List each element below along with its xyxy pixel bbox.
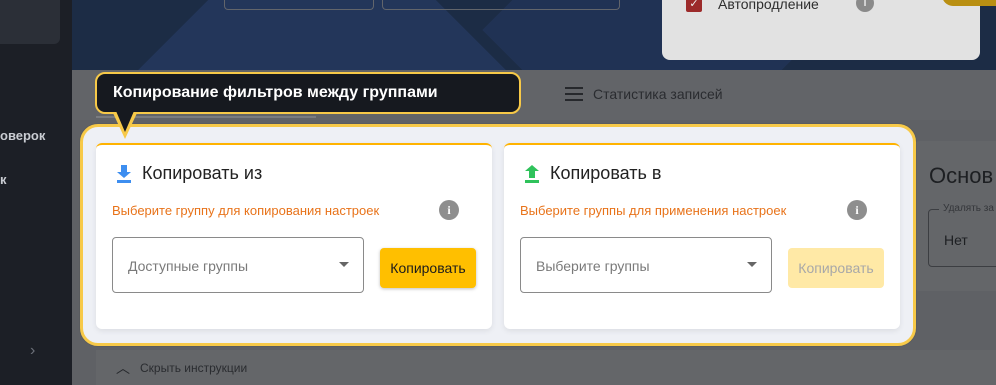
info-icon[interactable]: i [856,0,874,12]
autorenew-label: Автопродление [718,0,819,12]
autorenew-card: ✓ Автопродление i [662,0,980,60]
delete-select-value: Нет [944,232,968,248]
tooltip-callout: Копирование фильтров между группами [95,72,521,114]
tab-statistics[interactable]: Статистика записей [565,86,723,102]
settings-card-title: Основ [929,163,994,188]
delete-select[interactable]: Удалять за Нет [928,203,996,267]
settings-card: Основ Удалять за Нет [912,141,996,291]
target-groups-select[interactable]: Выберите группы [520,237,772,293]
copy-filters-panel: Копировать из Выберите группу для копиро… [80,124,916,346]
header-banner: ✓ Автопродление i [72,0,996,70]
sidebar-active-item[interactable] [0,0,60,44]
delete-select-label: Удалять за [939,203,996,214]
download-arrow-icon [117,164,131,183]
tab-statistics-label: Статистика записей [593,86,723,102]
sidebar: оверок к › [0,0,72,385]
copy-from-header: Копировать из [116,163,262,184]
source-group-select[interactable]: Доступные группы [112,237,364,293]
list-icon [565,87,583,101]
target-groups-placeholder: Выберите группы [536,258,650,274]
copy-to-title: Копировать в [550,163,662,183]
autorenew-checkbox[interactable]: ✓ [686,0,702,12]
copy-from-hint: Выберите группу для копирования настроек [112,203,380,218]
sidebar-expand-chevron-icon[interactable]: › [30,342,35,360]
copy-to-header: Копировать в [524,163,661,184]
banner-decoration [138,0,506,70]
chevron-up-icon: ︿ [116,359,130,376]
sidebar-item-label[interactable]: оверок [0,128,45,143]
copy-button[interactable]: Копировать [380,248,476,288]
tooltip-arrow-fill [116,111,134,132]
hide-instructions-label: Скрыть инструкции [140,360,248,375]
sidebar-item-label[interactable]: к [0,172,7,187]
copy-button-disabled[interactable]: Копировать [788,248,884,288]
info-icon[interactable]: i [439,200,459,220]
header-input-field[interactable] [382,0,620,10]
header-action-button[interactable] [942,0,996,6]
copy-from-card: Копировать из Выберите группу для копиро… [96,143,492,329]
header-input-field[interactable] [224,0,374,10]
caret-down-icon [747,262,757,267]
upload-arrow-icon [525,164,539,183]
copy-to-hint: Выберите группы для применения настроек [520,203,787,218]
source-group-placeholder: Доступные группы [128,258,249,274]
copy-to-card: Копировать в Выберите группы для примене… [504,143,900,329]
info-icon[interactable]: i [847,200,867,220]
caret-down-icon [339,262,349,267]
copy-from-title: Копировать из [142,163,263,183]
hide-instructions-toggle[interactable]: ︿ Скрыть инструкции [96,350,996,385]
